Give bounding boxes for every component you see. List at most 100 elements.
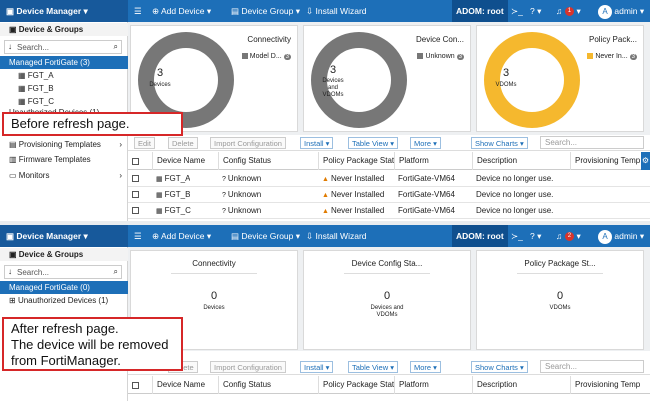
column-header[interactable]: Description (472, 376, 570, 394)
adom-selector[interactable]: ADOM: root (452, 225, 508, 247)
column-header[interactable]: Provisioning Templa (570, 152, 640, 170)
plus-icon: ⊞ (9, 296, 18, 305)
warning-icon: ▲ (322, 208, 329, 215)
top-navigation-bar: ▣ Device Manager ▾ ☰ ⊕ Add Device ▾ ▤ De… (0, 225, 650, 247)
device-groups-icon: ▣ (9, 250, 19, 259)
select-all-checkbox[interactable] (132, 382, 139, 389)
device-config-status-card[interactable]: Device Config Sta... 0 Devices and VDOMs (303, 250, 471, 350)
table-view-button[interactable]: Table View ▾ (348, 137, 398, 149)
sidebar-item-monitors[interactable]: ▭ Monitors › (0, 169, 128, 182)
policy-package-card[interactable]: Policy Pack... Never In... 3 3 VDOMs (476, 25, 644, 132)
sidebar-item-device-groups[interactable]: ▣ Device & Groups (0, 248, 128, 261)
device-groups-icon: ▣ (9, 25, 19, 34)
question-icon: ? (222, 208, 226, 215)
question-icon: ? (222, 176, 226, 183)
adom-selector[interactable]: ADOM: root (452, 0, 508, 22)
device-icon: ▦ (156, 208, 163, 215)
row-checkbox[interactable] (132, 207, 139, 214)
column-header[interactable]: Policy Package Statu (318, 152, 394, 170)
before-refresh-callout: Before refresh page. (2, 112, 183, 136)
help-icon[interactable]: ? ▾ (530, 0, 541, 22)
card-title: Connectivity (247, 35, 291, 44)
config-status-cell: ? Unknown (218, 171, 261, 187)
device-manager-icon: ▣ (6, 6, 17, 16)
table-view-button[interactable]: Table View ▾ (348, 361, 398, 373)
app-title-menu[interactable]: ▣ Device Manager ▾ (0, 225, 128, 247)
table-row[interactable]: ▦ FGT_A ? Unknown ▲ Never Installed FortiGa… (128, 171, 650, 187)
bell-icon: ♫ (556, 6, 565, 16)
app-title-menu[interactable]: ▣ Device Manager ▾ (0, 0, 128, 22)
column-header[interactable]: Platform (394, 376, 472, 394)
platform-cell: FortiGate-VM64 (398, 190, 455, 199)
policy-package-card[interactable]: Policy Package St... 0 VDOMs (476, 250, 644, 350)
policy-status-cell: ▲ Never Installed (318, 203, 384, 219)
notifications-button[interactable]: ♫ 2 ▾ (556, 225, 581, 247)
table-header: Device Name Config Status Policy Package… (128, 376, 650, 394)
table-search-input[interactable]: Search... (540, 360, 644, 373)
device-table-toolbar: Edit Delete Import Configuration Install… (128, 135, 650, 151)
sidebar-item-provisioning-templates[interactable]: ▤ Provisioning Templates › (0, 138, 128, 151)
table-row[interactable]: ▦ FGT_C ? Unknown ▲ Never Installed FortiGa… (128, 203, 650, 219)
card-title: Device Con... (415, 35, 464, 44)
config-status-cell: ? Unknown (218, 187, 261, 203)
hamburger-icon[interactable]: ☰ (134, 0, 142, 22)
donut-caption: VDOMs (495, 82, 517, 88)
folder-icon: ▤ (231, 231, 242, 241)
import-configuration-button[interactable]: Import Configuration (210, 361, 286, 373)
device-group-button[interactable]: ▤ Device Group ▾ (231, 225, 300, 247)
show-charts-toggle[interactable]: Show Charts ▾ (471, 361, 528, 373)
config-status-cell: ? Unknown (218, 203, 261, 219)
provisioning-icon: ▤ (9, 140, 19, 149)
column-header[interactable]: Config Status (218, 152, 318, 170)
install-button[interactable]: Install ▾ (300, 361, 334, 373)
delete-button[interactable]: Delete (168, 137, 198, 149)
device-name-cell: ▦ FGT_C (152, 203, 191, 219)
summary-charts: Connectivity Model D... 3 3 Devices Devic… (128, 22, 650, 135)
row-checkbox[interactable] (132, 191, 139, 198)
sidebar-item-managed-fortigate[interactable]: Managed FortiGate (0) (0, 281, 128, 294)
edit-button[interactable]: Edit (134, 137, 155, 149)
hamburger-icon[interactable]: ☰ (134, 225, 142, 247)
notifications-button[interactable]: ♫ 1 ▾ (556, 0, 581, 22)
column-header[interactable]: Config Status (218, 376, 318, 394)
sidebar-item-device-groups[interactable]: ▣ Device & Groups (0, 23, 128, 36)
sidebar-item-firmware-templates[interactable]: ▥ Firmware Templates (0, 153, 128, 166)
table-search-input[interactable]: Search... (540, 136, 644, 149)
table-row[interactable]: ▦ FGT_B ? Unknown ▲ Never Installed FortiGa… (128, 187, 650, 203)
sidebar-search-input[interactable]: ↓ Search... ⌕ (4, 40, 122, 54)
user-menu[interactable]: A admin ▾ (598, 225, 644, 247)
show-charts-toggle[interactable]: Show Charts ▾ (471, 137, 528, 149)
device-manager-icon: ▣ (6, 231, 17, 241)
card-title: Device Config Sta... (351, 259, 423, 268)
column-header[interactable]: Device Name (152, 376, 218, 394)
user-menu[interactable]: A admin ▾ (598, 0, 644, 22)
sidebar-search-input[interactable]: ↓ Search... ⌕ (4, 265, 122, 279)
question-icon: ? (222, 192, 226, 199)
warning-icon: ▲ (322, 176, 329, 183)
device-icon: ▦ (18, 97, 28, 106)
terminal-icon[interactable]: ≻_ (511, 0, 523, 22)
column-header[interactable]: Policy Package Statu (318, 376, 394, 394)
select-all-checkbox[interactable] (132, 158, 139, 165)
install-wizard-button[interactable]: ⇩ Install Wizard (306, 225, 367, 247)
terminal-icon[interactable]: ≻_ (511, 225, 523, 247)
row-checkbox[interactable] (132, 175, 139, 182)
import-configuration-button[interactable]: Import Configuration (210, 137, 286, 149)
install-wizard-button[interactable]: ⇩ Install Wizard (306, 0, 367, 22)
more-button[interactable]: More ▾ (410, 361, 441, 373)
card-title: Policy Pack... (588, 35, 637, 44)
column-header[interactable]: Platform (394, 152, 472, 170)
more-button[interactable]: More ▾ (410, 137, 441, 149)
device-group-button[interactable]: ▤ Device Group ▾ (231, 0, 300, 22)
install-button[interactable]: Install ▾ (300, 137, 334, 149)
sidebar-item-unauthorized-devices[interactable]: ⊞ Unauthorized Devices (1) (0, 294, 128, 307)
add-device-button[interactable]: ⊕ Add Device ▾ (152, 225, 211, 247)
column-header[interactable]: Description (472, 152, 570, 170)
gear-icon[interactable]: ⚙ (641, 152, 650, 170)
sort-icon: ↓ (8, 267, 12, 276)
add-device-button[interactable]: ⊕ Add Device ▾ (152, 0, 211, 22)
column-header[interactable]: Device Name (152, 152, 218, 170)
search-icon: ⌕ (113, 42, 118, 51)
column-header[interactable]: Provisioning Templa (570, 376, 640, 394)
help-icon[interactable]: ? ▾ (530, 225, 541, 247)
